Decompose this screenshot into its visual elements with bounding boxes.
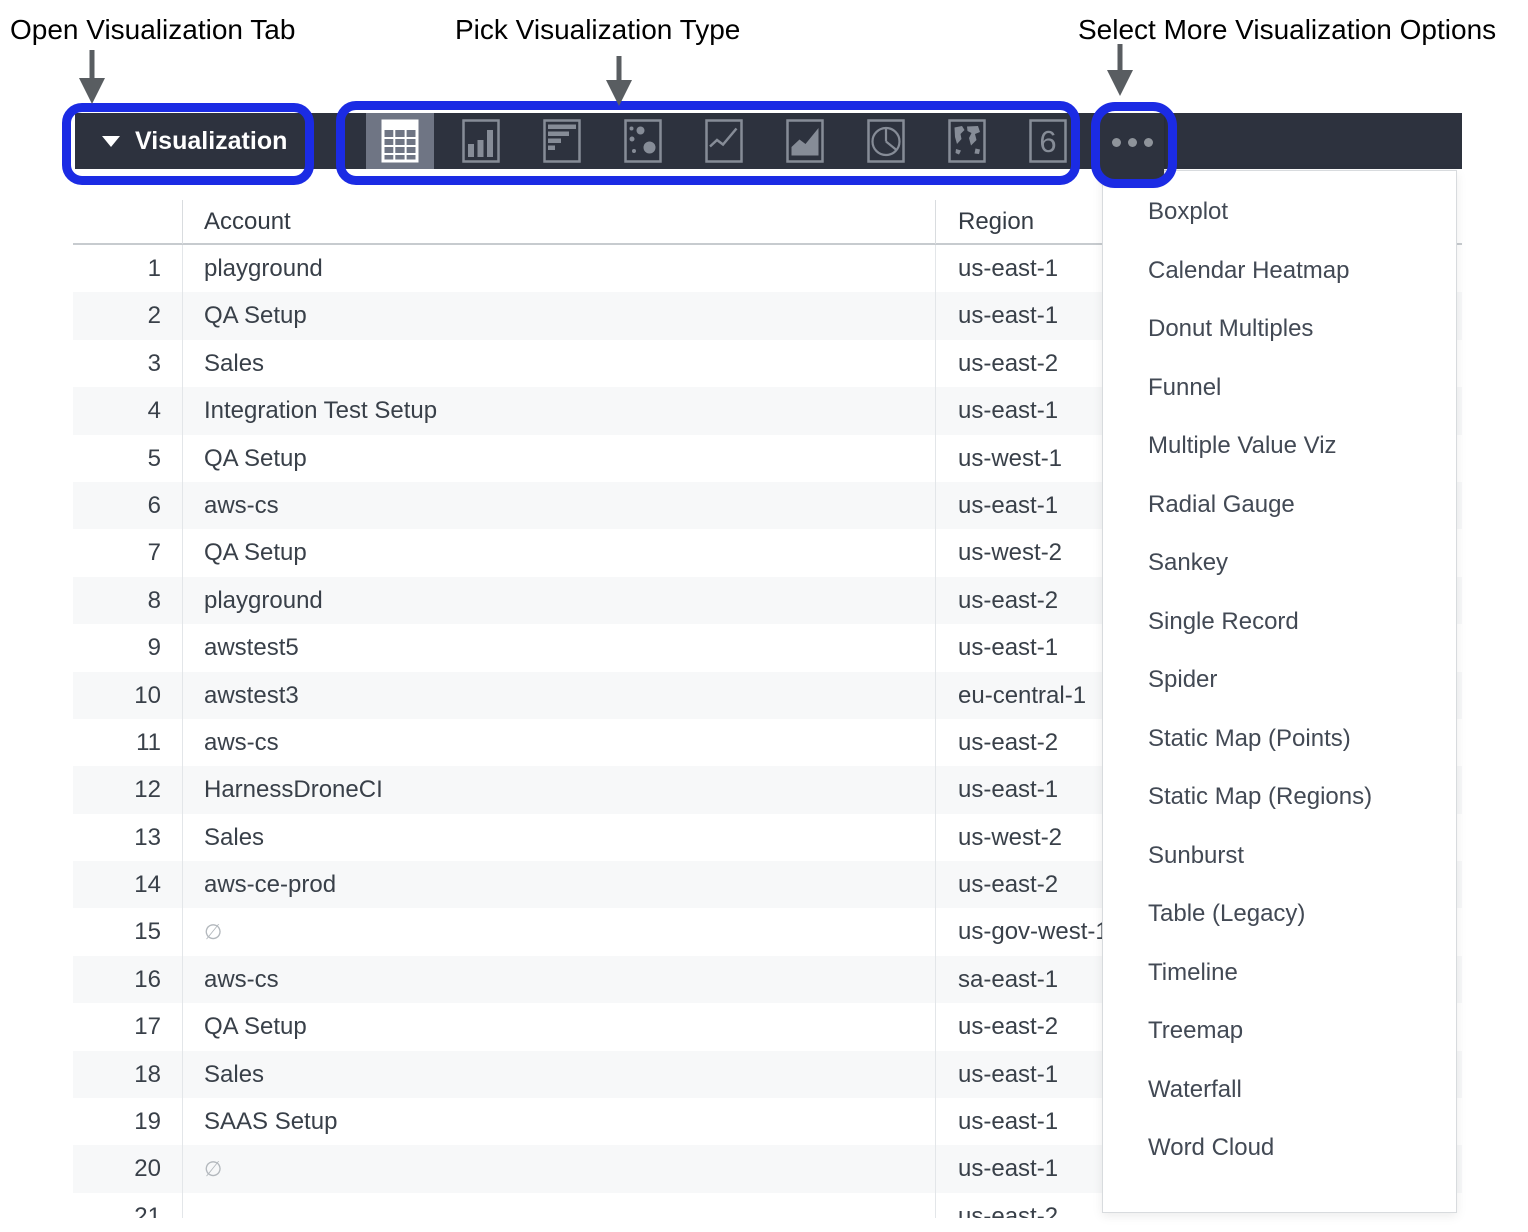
row-number-cell: 20 <box>73 1145 182 1192</box>
account-cell <box>182 1193 935 1218</box>
map-icon <box>948 119 986 163</box>
menu-item-boxplot[interactable]: Boxplot <box>1103 183 1456 242</box>
horizontal-bar-icon <box>543 119 581 163</box>
menu-item-calendar-heatmap[interactable]: Calendar Heatmap <box>1103 242 1456 301</box>
account-cell: playground <box>182 577 935 624</box>
menu-item-radial-gauge[interactable]: Radial Gauge <box>1103 476 1456 535</box>
account-cell: QA Setup <box>182 1003 935 1050</box>
menu-item-spider[interactable]: Spider <box>1103 651 1456 710</box>
viz-type-buttons: 6 <box>366 113 1082 169</box>
account-cell: awstest3 <box>182 672 935 719</box>
row-number-cell: 6 <box>73 482 182 529</box>
account-cell: QA Setup <box>182 529 935 576</box>
account-cell: aws-ce-prod <box>182 861 935 908</box>
menu-item-static-map-regions[interactable]: Static Map (Regions) <box>1103 768 1456 827</box>
viz-type-pie-chart-button[interactable] <box>852 113 920 169</box>
ellipsis-icon <box>1144 138 1153 147</box>
scatter-icon <box>624 119 662 163</box>
viz-type-area-chart-button[interactable] <box>771 113 839 169</box>
row-number-cell: 7 <box>73 529 182 576</box>
menu-item-multiple-value-viz[interactable]: Multiple Value Viz <box>1103 417 1456 476</box>
caret-down-icon <box>102 136 120 147</box>
account-cell: QA Setup <box>182 435 935 482</box>
ellipsis-icon <box>1112 138 1121 147</box>
account-cell: HarnessDroneCI <box>182 766 935 813</box>
visualization-tab-label: Visualization <box>135 127 287 156</box>
viz-type-horizontal-bar-button[interactable] <box>528 113 596 169</box>
account-cell: SAAS Setup <box>182 1098 935 1145</box>
menu-item-funnel[interactable]: Funnel <box>1103 359 1456 418</box>
more-visualizations-button[interactable] <box>1100 113 1164 182</box>
viz-type-map-button[interactable] <box>933 113 1001 169</box>
null-value: ∅ <box>204 1158 222 1181</box>
menu-item-static-map-points[interactable]: Static Map (Points) <box>1103 710 1456 769</box>
null-value: ∅ <box>204 921 222 944</box>
row-number-cell: 13 <box>73 814 182 861</box>
row-number-cell: 16 <box>73 956 182 1003</box>
menu-item-waterfall[interactable]: Waterfall <box>1103 1061 1456 1120</box>
account-cell: QA Setup <box>182 292 935 339</box>
row-number-cell: 5 <box>73 435 182 482</box>
account-cell: aws-cs <box>182 719 935 766</box>
more-visualizations-menu: BoxplotCalendar HeatmapDonut MultiplesFu… <box>1102 170 1457 1213</box>
account-cell: awstest5 <box>182 624 935 671</box>
account-cell: ∅ <box>182 1145 935 1192</box>
account-cell: Integration Test Setup <box>182 387 935 434</box>
row-number-cell: 17 <box>73 1003 182 1050</box>
visualization-toolbar: Visualization 6 <box>75 113 1462 169</box>
row-number-cell: 3 <box>73 340 182 387</box>
counter-icon: 6 <box>1029 119 1067 163</box>
account-cell: ∅ <box>182 908 935 955</box>
row-number-cell: 21 <box>73 1193 182 1218</box>
row-number-cell: 4 <box>73 387 182 434</box>
menu-item-sunburst[interactable]: Sunburst <box>1103 827 1456 886</box>
viz-type-scatter-button[interactable] <box>609 113 677 169</box>
viz-type-bar-chart-button[interactable] <box>447 113 515 169</box>
account-cell: Sales <box>182 1051 935 1098</box>
row-number-cell: 14 <box>73 861 182 908</box>
annotation-more-options: Select More Visualization Options <box>1078 14 1496 46</box>
ellipsis-icon <box>1128 138 1137 147</box>
menu-item-word-cloud[interactable]: Word Cloud <box>1103 1119 1456 1178</box>
pie-chart-icon <box>867 119 905 163</box>
row-number-cell: 19 <box>73 1098 182 1145</box>
svg-text:6: 6 <box>1039 124 1056 159</box>
row-number-cell: 9 <box>73 624 182 671</box>
menu-item-donut-multiples[interactable]: Donut Multiples <box>1103 300 1456 359</box>
account-column-header[interactable]: Account <box>182 200 935 244</box>
row-number-cell: 12 <box>73 766 182 813</box>
bar-chart-icon <box>462 119 500 163</box>
account-cell: Sales <box>182 340 935 387</box>
visualization-tab-button[interactable]: Visualization <box>75 113 313 169</box>
row-number-cell: 2 <box>73 292 182 339</box>
row-number-cell: 10 <box>73 672 182 719</box>
row-number-cell: 1 <box>73 245 182 292</box>
menu-item-treemap[interactable]: Treemap <box>1103 1002 1456 1061</box>
annotation-open-tab: Open Visualization Tab <box>10 14 295 46</box>
row-number-cell: 15 <box>73 908 182 955</box>
viz-type-counter-button[interactable]: 6 <box>1014 113 1082 169</box>
menu-item-timeline[interactable]: Timeline <box>1103 944 1456 1003</box>
menu-item-single-record[interactable]: Single Record <box>1103 593 1456 652</box>
account-cell: Sales <box>182 814 935 861</box>
line-chart-icon <box>705 119 743 163</box>
row-number-cell: 8 <box>73 577 182 624</box>
row-number-cell: 11 <box>73 719 182 766</box>
viz-type-table-button[interactable] <box>366 113 434 169</box>
annotation-pick-type: Pick Visualization Type <box>455 14 740 46</box>
account-cell: aws-cs <box>182 956 935 1003</box>
account-cell: playground <box>182 245 935 292</box>
row-number-cell: 18 <box>73 1051 182 1098</box>
screenshot-stage: Open Visualization Tab Pick Visualizatio… <box>0 0 1528 1232</box>
menu-item-table-legacy[interactable]: Table (Legacy) <box>1103 885 1456 944</box>
area-chart-icon <box>786 119 824 163</box>
table-icon <box>381 119 419 163</box>
viz-type-line-chart-button[interactable] <box>690 113 758 169</box>
account-cell: aws-cs <box>182 482 935 529</box>
menu-item-sankey[interactable]: Sankey <box>1103 534 1456 593</box>
